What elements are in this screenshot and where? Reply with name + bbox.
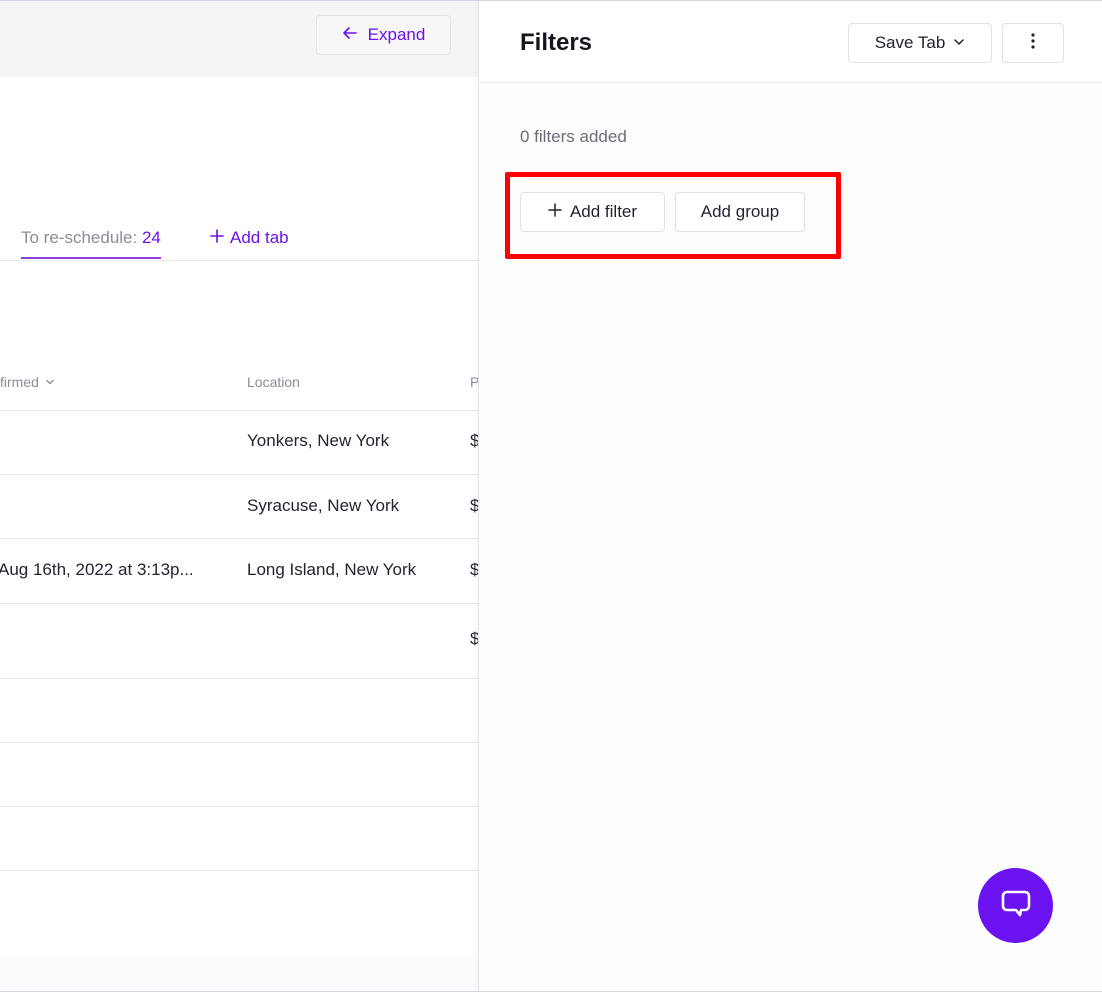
more-vertical-icon bbox=[1031, 32, 1035, 54]
tab-to-reschedule[interactable]: To re-schedule: 24 bbox=[21, 228, 161, 259]
save-tab-button[interactable]: Save Tab bbox=[848, 23, 992, 63]
column-header-confirmed[interactable]: firmed bbox=[0, 374, 55, 390]
filters-panel: Filters Save Tab 0 filters added Add fil… bbox=[478, 1, 1102, 991]
add-group-button[interactable]: Add group bbox=[675, 192, 805, 232]
plus-icon bbox=[210, 228, 224, 248]
filters-panel-header: Filters Save Tab bbox=[479, 1, 1102, 83]
panel-title: Filters bbox=[520, 29, 593, 56]
cell-location: Yonkers, New York bbox=[247, 431, 390, 450]
table-row[interactable] bbox=[0, 807, 478, 871]
table-row[interactable]: Aug 16th, 2022 at 3:13p... Long Island, … bbox=[0, 539, 479, 604]
chat-launcher-button[interactable] bbox=[978, 868, 1053, 943]
table-row[interactable]: $ bbox=[0, 604, 479, 679]
main-content: Expand To re-schedule: 24 Add tab firmed bbox=[0, 1, 479, 991]
table-row[interactable]: Yonkers, New York $ bbox=[0, 411, 479, 475]
add-group-label: Add group bbox=[700, 202, 780, 221]
app-window: Expand To re-schedule: 24 Add tab firmed bbox=[0, 0, 1102, 992]
table-row[interactable] bbox=[0, 743, 478, 807]
cell-confirmed: Aug 16th, 2022 at 3:13p... bbox=[0, 560, 194, 579]
filters-count-text: 0 filters added bbox=[520, 127, 627, 146]
add-tab-label: Add tab bbox=[230, 228, 289, 247]
chat-bubble-icon bbox=[999, 886, 1033, 925]
cell-location: Syracuse, New York bbox=[247, 496, 400, 515]
column-header-label: Location bbox=[247, 374, 300, 390]
table-header: firmed Location P bbox=[0, 359, 479, 411]
table-row[interactable] bbox=[0, 679, 478, 743]
column-header-location[interactable]: Location bbox=[247, 374, 300, 390]
table-row[interactable]: Syracuse, New York $ bbox=[0, 475, 479, 539]
plus-icon bbox=[548, 202, 562, 222]
add-filter-button[interactable]: Add filter bbox=[520, 192, 665, 232]
expand-label: Expand bbox=[367, 25, 426, 44]
column-header-label: firmed bbox=[0, 374, 39, 390]
tab-count: 24 bbox=[141, 228, 161, 247]
cell-location: Long Island, New York bbox=[247, 560, 417, 579]
tab-label: To re-schedule: bbox=[21, 228, 138, 247]
chevron-down-icon bbox=[953, 33, 965, 53]
save-tab-label: Save Tab bbox=[874, 33, 946, 52]
add-filter-label: Add filter bbox=[569, 202, 638, 221]
more-options-button[interactable] bbox=[1002, 23, 1064, 63]
add-tab-button[interactable]: Add tab bbox=[210, 228, 289, 248]
table-footer bbox=[0, 956, 478, 991]
expand-button[interactable]: Expand bbox=[316, 15, 451, 55]
arrow-left-icon bbox=[342, 25, 358, 46]
chevron-down-icon bbox=[45, 374, 55, 390]
top-toolbar: Expand bbox=[0, 1, 478, 77]
view-tabs: To re-schedule: 24 Add tab bbox=[0, 223, 478, 261]
